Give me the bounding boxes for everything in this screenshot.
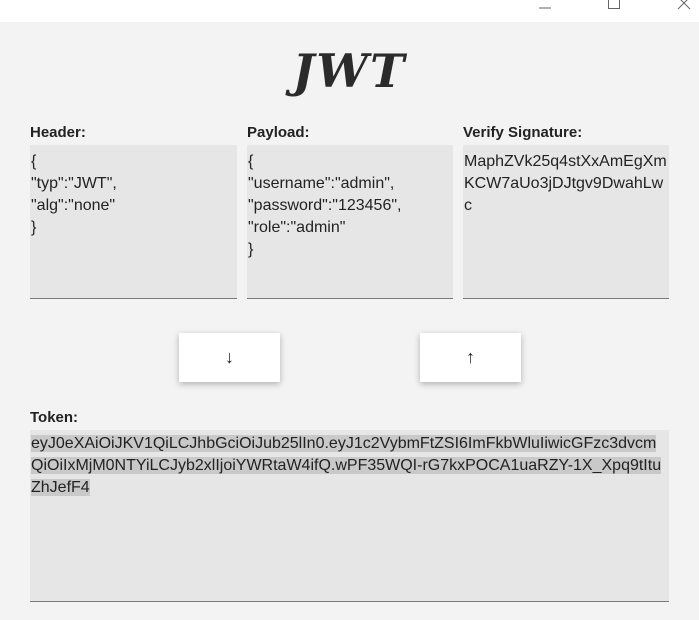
token-textarea[interactable]: eyJ0eXAiOiJKV1QiLCJhbGciOiJub25lIn0.eyJ1… [30,430,669,602]
title-bar [0,0,699,22]
payload-label: Payload: [247,124,310,141]
close-icon [677,0,691,10]
close-button[interactable] [664,0,699,18]
header-label: Header: [30,124,86,141]
signature-textarea[interactable]: MaphZVk25q4stXxAmEgXmKCW7aUo3jDJtgv9Dwah… [463,145,669,299]
decode-button[interactable]: ↓ [179,333,280,382]
signature-label: Verify Signature: [463,124,583,141]
token-selected-text: eyJ0eXAiOiJKV1QiLCJhbGciOiJub25lIn0.eyJ1… [31,435,662,496]
token-label: Token: [30,409,79,426]
app-logo: JWT [292,44,407,98]
maximize-icon [607,0,621,10]
maximize-button[interactable] [594,0,634,18]
encode-button[interactable]: ↑ [420,333,521,382]
payload-textarea[interactable]: { "username":"admin", "password":"123456… [247,145,453,299]
minimize-button[interactable] [525,0,565,18]
minimize-icon [538,0,552,10]
header-textarea[interactable]: { "typ":"JWT", "alg":"none" } [30,145,237,299]
